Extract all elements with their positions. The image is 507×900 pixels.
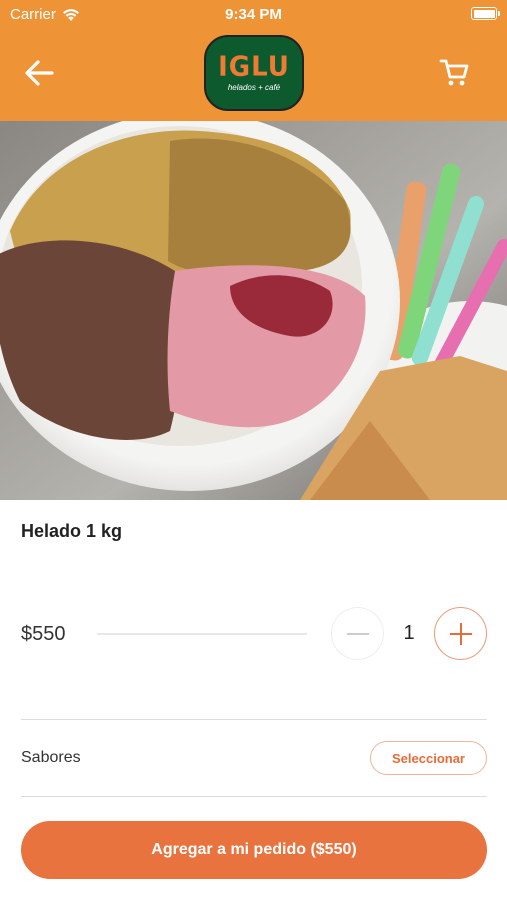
status-bar: Carrier 9:34 PM: [0, 0, 507, 28]
quantity-value: 1: [403, 622, 415, 644]
plus-icon: [449, 622, 472, 645]
increase-quantity-button[interactable]: [434, 607, 487, 660]
cart-icon: [439, 59, 469, 86]
logo-tagline: helados + café: [227, 83, 281, 92]
back-button[interactable]: [20, 55, 58, 91]
logo-wordmark: IGLU: [218, 51, 290, 83]
status-time: 9:34 PM: [225, 6, 282, 23]
decrease-quantity-button[interactable]: [331, 607, 384, 660]
section-divider: [21, 796, 487, 797]
select-flavors-button[interactable]: Seleccionar: [370, 741, 487, 775]
app-header: Carrier 9:34 PM IGLU helados + café: [0, 0, 507, 121]
flavors-label: Sabores: [21, 749, 81, 766]
add-to-order-button[interactable]: Agregar a mi pedido ($550): [21, 821, 487, 879]
product-title: Helado 1 kg: [21, 521, 123, 541]
product-image: [0, 121, 507, 500]
brand-logo: IGLU helados + café: [204, 35, 304, 111]
product-price: $550: [21, 623, 66, 645]
cart-button[interactable]: [434, 53, 474, 91]
price-divider: [97, 633, 307, 635]
section-divider: [21, 719, 487, 720]
arrow-left-icon: [25, 60, 54, 86]
minus-icon: [346, 632, 369, 635]
battery-icon: [471, 7, 500, 20]
